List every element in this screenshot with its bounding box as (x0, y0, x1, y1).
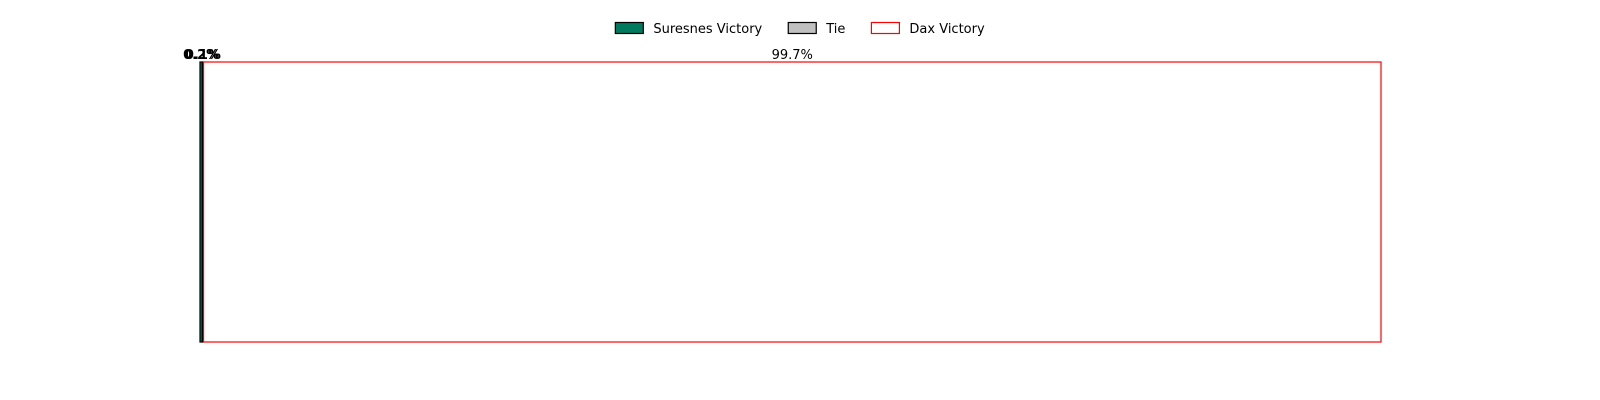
legend-swatch-suresnes-victory (614, 21, 644, 35)
percentage-labels: 0.2%0.1% 99.7% (183, 48, 813, 63)
outcome-probability-chart: Suresnes Victory Tie Dax Victory 0.2%0.1% 9… (183, 21, 1382, 343)
stacked-bar (199, 61, 1382, 343)
chart-legend: Suresnes Victory Tie Dax Victory (614, 21, 985, 37)
legend-label-tie: Tie (825, 22, 845, 37)
bar-segment-dax-victory (202, 61, 1382, 343)
legend-label-suresnes-victory: Suresnes Victory (653, 22, 762, 37)
legend-swatch-tie (787, 21, 817, 35)
bar-label-tie: 0.1% (185, 48, 221, 63)
legend-label-dax-victory: Dax Victory (909, 22, 985, 37)
bar-label-dax-victory: 99.7% (772, 48, 813, 63)
legend-swatch-dax-victory (870, 21, 901, 35)
